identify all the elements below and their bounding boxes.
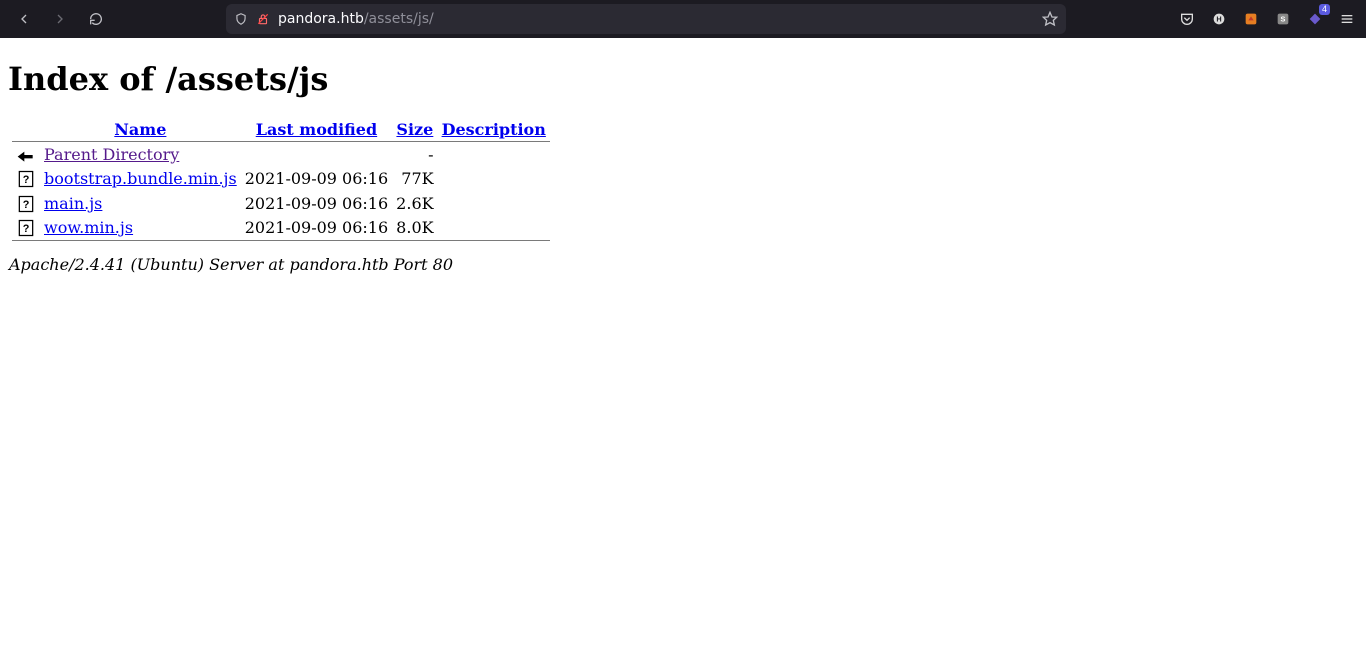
col-description[interactable]: Description <box>438 118 550 141</box>
svg-text:H: H <box>1216 15 1221 24</box>
file-unknown-icon: ? <box>12 167 40 192</box>
url-host: pandora.htb <box>278 11 364 27</box>
lock-insecure-icon <box>256 12 270 26</box>
svg-text:?: ? <box>23 199 30 211</box>
url-text: pandora.htb/assets/js/ <box>278 11 1034 27</box>
file-link[interactable]: main.js <box>40 191 241 216</box>
back-button[interactable] <box>8 3 40 35</box>
file-modified: 2021-09-09 06:16 <box>241 167 392 192</box>
bookmark-star-icon[interactable] <box>1042 11 1058 27</box>
address-bar[interactable]: pandora.htb/assets/js/ <box>226 4 1066 34</box>
pocket-icon[interactable] <box>1178 10 1196 28</box>
file-size: 2.6K <box>392 191 437 216</box>
col-size[interactable]: Size <box>392 118 437 141</box>
table-row: ? bootstrap.bundle.min.js 2021-09-09 06:… <box>12 167 550 192</box>
file-size: 77K <box>392 167 437 192</box>
file-size: 8.0K <box>392 216 437 241</box>
table-row: ? wow.min.js 2021-09-09 06:16 8.0K <box>12 216 550 241</box>
file-unknown-icon: ? <box>12 216 40 241</box>
url-path: /assets/js/ <box>364 11 434 27</box>
svg-text:S: S <box>1281 15 1286 24</box>
svg-text:?: ? <box>23 174 30 186</box>
directory-listing: Name Last modified Size Description Pare… <box>12 118 550 241</box>
shield-icon <box>234 12 248 26</box>
table-row: ? main.js 2021-09-09 06:16 2.6K <box>12 191 550 216</box>
browser-toolbar: pandora.htb/assets/js/ H S 4 <box>0 0 1366 38</box>
toolbar-extensions: H S 4 <box>1178 10 1356 28</box>
col-icon <box>12 118 40 141</box>
file-link[interactable]: wow.min.js <box>40 216 241 241</box>
back-folder-icon <box>12 142 40 167</box>
ext-purple-icon[interactable]: 4 <box>1306 10 1324 28</box>
table-row: Parent Directory - <box>12 142 550 167</box>
ext-orange-icon[interactable] <box>1242 10 1260 28</box>
ext-circle-h-icon[interactable]: H <box>1210 10 1228 28</box>
svg-text:?: ? <box>23 223 30 235</box>
ext-badge: 4 <box>1319 4 1330 15</box>
file-unknown-icon: ? <box>12 191 40 216</box>
parent-directory-link[interactable]: Parent Directory <box>40 142 241 167</box>
col-modified[interactable]: Last modified <box>241 118 392 141</box>
page-title: Index of /assets/js <box>8 60 1358 98</box>
file-modified: 2021-09-09 06:16 <box>241 216 392 241</box>
ext-grey-s-icon[interactable]: S <box>1274 10 1292 28</box>
file-link[interactable]: bootstrap.bundle.min.js <box>40 167 241 192</box>
col-name[interactable]: Name <box>40 118 241 141</box>
parent-size: - <box>392 142 437 167</box>
file-modified: 2021-09-09 06:16 <box>241 191 392 216</box>
forward-button[interactable] <box>44 3 76 35</box>
reload-button[interactable] <box>80 3 112 35</box>
page-content: Index of /assets/js Name Last modified S… <box>0 38 1366 282</box>
hamburger-menu-icon[interactable] <box>1338 10 1356 28</box>
server-signature: Apache/2.4.41 (Ubuntu) Server at pandora… <box>9 255 1358 274</box>
